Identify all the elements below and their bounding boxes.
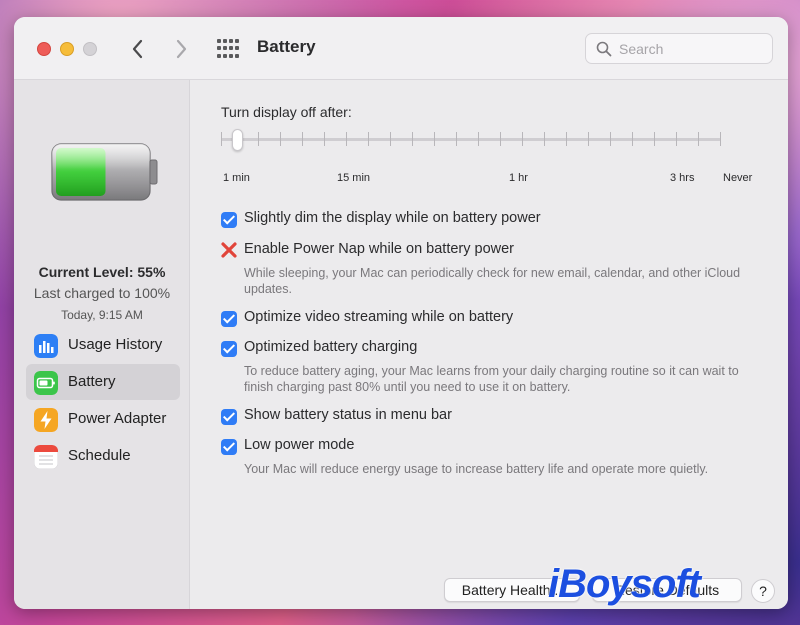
option-label: Optimize video streaming while on batter…: [244, 309, 514, 325]
slider-tick: [632, 132, 633, 146]
menu-bar-status-checkbox[interactable]: [221, 409, 237, 425]
slider-tick: [676, 132, 677, 146]
sidebar-item-schedule[interactable]: Schedule: [26, 438, 180, 474]
power-nap-checkbox[interactable]: [220, 241, 238, 261]
zoom-button[interactable]: [83, 42, 97, 56]
slider-tick: [478, 132, 479, 146]
slider-label: Turn display off after:: [221, 104, 352, 120]
forward-button[interactable]: [169, 35, 193, 63]
search-icon: [596, 41, 612, 57]
x-mark-icon: [221, 242, 237, 258]
chevron-right-icon: [176, 39, 187, 59]
slider-tick: [346, 132, 347, 146]
search-input[interactable]: [619, 38, 764, 60]
option-description: Your Mac will reduce energy usage to inc…: [244, 462, 709, 476]
tick-label-never: Never: [723, 172, 753, 184]
grid-icon: [235, 53, 239, 58]
show-all-button[interactable]: [217, 39, 239, 59]
option-description: To reduce battery aging, your Mac learns…: [244, 364, 739, 394]
slider-tick: [302, 132, 303, 146]
slider-tick: [522, 132, 523, 146]
back-button[interactable]: [126, 35, 150, 63]
tick-label-1-hr: 1 hr: [509, 172, 528, 184]
option-description: While sleeping, your Mac can periodicall…: [244, 266, 741, 296]
slider-tick: [390, 132, 391, 146]
sidebar: Current Level: 55% Last charged to 100% …: [14, 80, 190, 609]
option-label: Optimized battery charging: [244, 339, 418, 355]
battery-settings-pane: Turn display off after: 1 min 15 min 1 h…: [191, 80, 788, 609]
low-power-mode-checkbox[interactable]: [221, 439, 237, 455]
slider-tick: [412, 132, 413, 146]
tick-label-3-hrs: 3 hrs: [670, 172, 695, 184]
battery-icon: [34, 371, 58, 395]
slider-tick: [566, 132, 567, 146]
grid-icon: [223, 46, 227, 51]
usage-history-icon: [34, 334, 58, 358]
sidebar-item-label: Schedule: [68, 447, 131, 464]
grid-icon: [235, 46, 239, 51]
titlebar: Battery: [14, 17, 788, 80]
minimize-button[interactable]: [60, 42, 74, 56]
slider-tick: [720, 132, 721, 146]
slider-tick: [610, 132, 611, 146]
slider-tick: [456, 132, 457, 146]
display-off-slider[interactable]: [221, 138, 721, 141]
tick-label-15-min: 15 min: [337, 172, 371, 184]
dim-display-checkbox[interactable]: [221, 212, 237, 228]
option-label: Enable Power Nap while on battery power: [244, 241, 515, 257]
grid-icon: [223, 39, 227, 43]
tick-label-1-min: 1 min: [223, 172, 250, 184]
battery-level-icon: [51, 143, 158, 201]
grid-icon: [229, 53, 233, 58]
slider-tick: [324, 132, 325, 146]
sidebar-item-usage-history[interactable]: Usage History: [26, 327, 180, 363]
optimized-charging-checkbox[interactable]: [221, 341, 237, 357]
slider-tick: [544, 132, 545, 146]
power-adapter-icon: [34, 408, 58, 432]
watermark-logo: iBoysoft: [548, 562, 701, 606]
grid-icon: [217, 46, 221, 51]
grid-icon: [229, 39, 233, 43]
search-field[interactable]: [585, 33, 773, 64]
grid-icon: [229, 46, 233, 51]
charged-time: Today, 9:15 AM: [61, 308, 143, 322]
close-button[interactable]: [37, 42, 51, 56]
video-streaming-checkbox[interactable]: [221, 311, 237, 327]
option-label: Slightly dim the display while on batter…: [244, 210, 541, 226]
option-label: Low power mode: [244, 437, 355, 453]
sidebar-item-label: Power Adapter: [68, 410, 167, 427]
grid-icon: [217, 39, 221, 43]
sidebar-item-power-adapter[interactable]: Power Adapter: [26, 401, 180, 437]
grid-icon: [223, 53, 227, 58]
slider-tick: [221, 132, 222, 146]
slider-tick: [368, 132, 369, 146]
grid-icon: [217, 53, 221, 58]
slider-tick: [258, 132, 259, 146]
option-label: Show battery status in menu bar: [244, 407, 452, 423]
sidebar-item-label: Usage History: [68, 336, 163, 353]
chevron-left-icon: [132, 39, 143, 59]
slider-tick: [588, 132, 589, 146]
sidebar-item-battery[interactable]: Battery: [26, 364, 180, 400]
slider-tick: [654, 132, 655, 146]
help-button[interactable]: ?: [751, 579, 775, 603]
slider-tick: [500, 132, 501, 146]
window-title: Battery: [257, 37, 316, 56]
last-charged: Last charged to 100%: [33, 285, 171, 301]
schedule-icon: [34, 445, 58, 469]
grid-icon: [235, 39, 239, 43]
slider-thumb[interactable]: [232, 129, 243, 151]
sidebar-item-label: Battery: [68, 373, 116, 390]
current-level: Current Level: 55%: [38, 264, 166, 280]
slider-tick: [698, 132, 699, 146]
system-preferences-window: Battery Current Level: 55%: [14, 17, 788, 609]
slider-tick: [280, 132, 281, 146]
slider-tick: [434, 132, 435, 146]
